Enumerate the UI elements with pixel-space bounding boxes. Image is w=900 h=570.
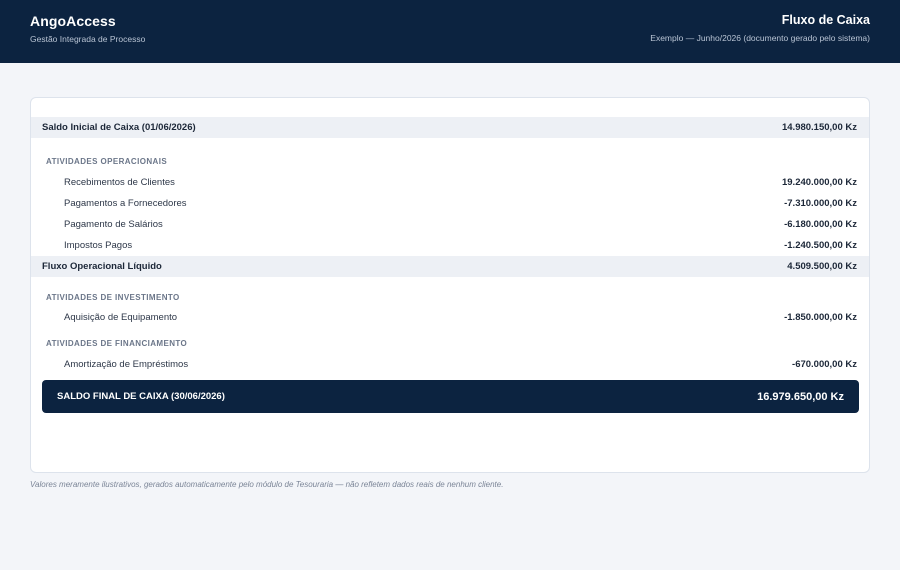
document-heading: Fluxo de Caixa Exemplo — Junho/2026 (doc… — [650, 13, 870, 43]
row-amount: -1.240.500,00 Kz — [784, 240, 857, 251]
closing-balance-label: SALDO FINAL DE CAIXA (30/06/2026) — [57, 391, 225, 402]
row-label: Saldo Inicial de Caixa (01/06/2026) — [42, 122, 196, 133]
cash-flow-statement: Saldo Inicial de Caixa (01/06/2026) 14.9… — [30, 97, 870, 473]
closing-balance-banner: SALDO FINAL DE CAIXA (30/06/2026) 16.979… — [42, 380, 859, 413]
brand-subtitle: Gestão Integrada de Processo — [30, 34, 146, 44]
row-amount: 14.980.150,00 Kz — [781, 122, 857, 133]
row-amount: -670.000,00 Kz — [792, 359, 857, 370]
row-label: Recebimentos de Clientes — [64, 177, 175, 188]
section-title-financing: ATIVIDADES DE FINANCIAMENTO — [46, 339, 188, 348]
document-subtitle: Exemplo — Junho/2026 (documento gerado p… — [650, 33, 870, 43]
row-label: Impostos Pagos — [64, 240, 133, 251]
line-item: Pagamentos a Fornecedores -7.310.000,00 … — [31, 193, 869, 214]
line-item: Aquisição de Equipamento -1.850.000,00 K… — [31, 307, 869, 328]
row-label: Amortização de Empréstimos — [64, 359, 189, 370]
line-item: Pagamento de Salários -6.180.000,00 Kz — [31, 214, 869, 235]
row-label: Pagamentos a Fornecedores — [64, 198, 187, 209]
row-amount: -6.180.000,00 Kz — [784, 219, 857, 230]
footnote: Valores meramente ilustrativos, gerados … — [30, 480, 504, 489]
row-amount: 4.509.500,00 Kz — [787, 261, 857, 272]
page-header: AngoAccess Gestão Integrada de Processo … — [0, 0, 900, 63]
brand: AngoAccess Gestão Integrada de Processo — [30, 13, 145, 44]
opening-balance-row: Saldo Inicial de Caixa (01/06/2026) 14.9… — [31, 117, 869, 138]
line-item: Recebimentos de Clientes 19.240.000,00 K… — [31, 172, 869, 193]
section-title-operating: ATIVIDADES OPERACIONAIS — [46, 157, 168, 166]
line-item: Amortização de Empréstimos -670.000,00 K… — [31, 354, 869, 375]
section-title-investing: ATIVIDADES DE INVESTIMENTO — [46, 293, 180, 302]
row-label: Pagamento de Salários — [64, 219, 163, 230]
row-label: Aquisição de Equipamento — [64, 312, 178, 323]
operating-net-row: Fluxo Operacional Líquido 4.509.500,00 K… — [31, 256, 869, 277]
row-amount: -1.850.000,00 Kz — [784, 312, 857, 323]
row-label: Fluxo Operacional Líquido — [42, 261, 162, 272]
line-item: Impostos Pagos -1.240.500,00 Kz — [31, 235, 869, 256]
brand-name: AngoAccess — [30, 13, 116, 29]
row-amount: -7.310.000,00 Kz — [784, 198, 857, 209]
row-amount: 19.240.000,00 Kz — [781, 177, 857, 188]
closing-balance-amount: 16.979.650,00 Kz — [757, 390, 844, 403]
document-title: Fluxo de Caixa — [781, 13, 870, 27]
